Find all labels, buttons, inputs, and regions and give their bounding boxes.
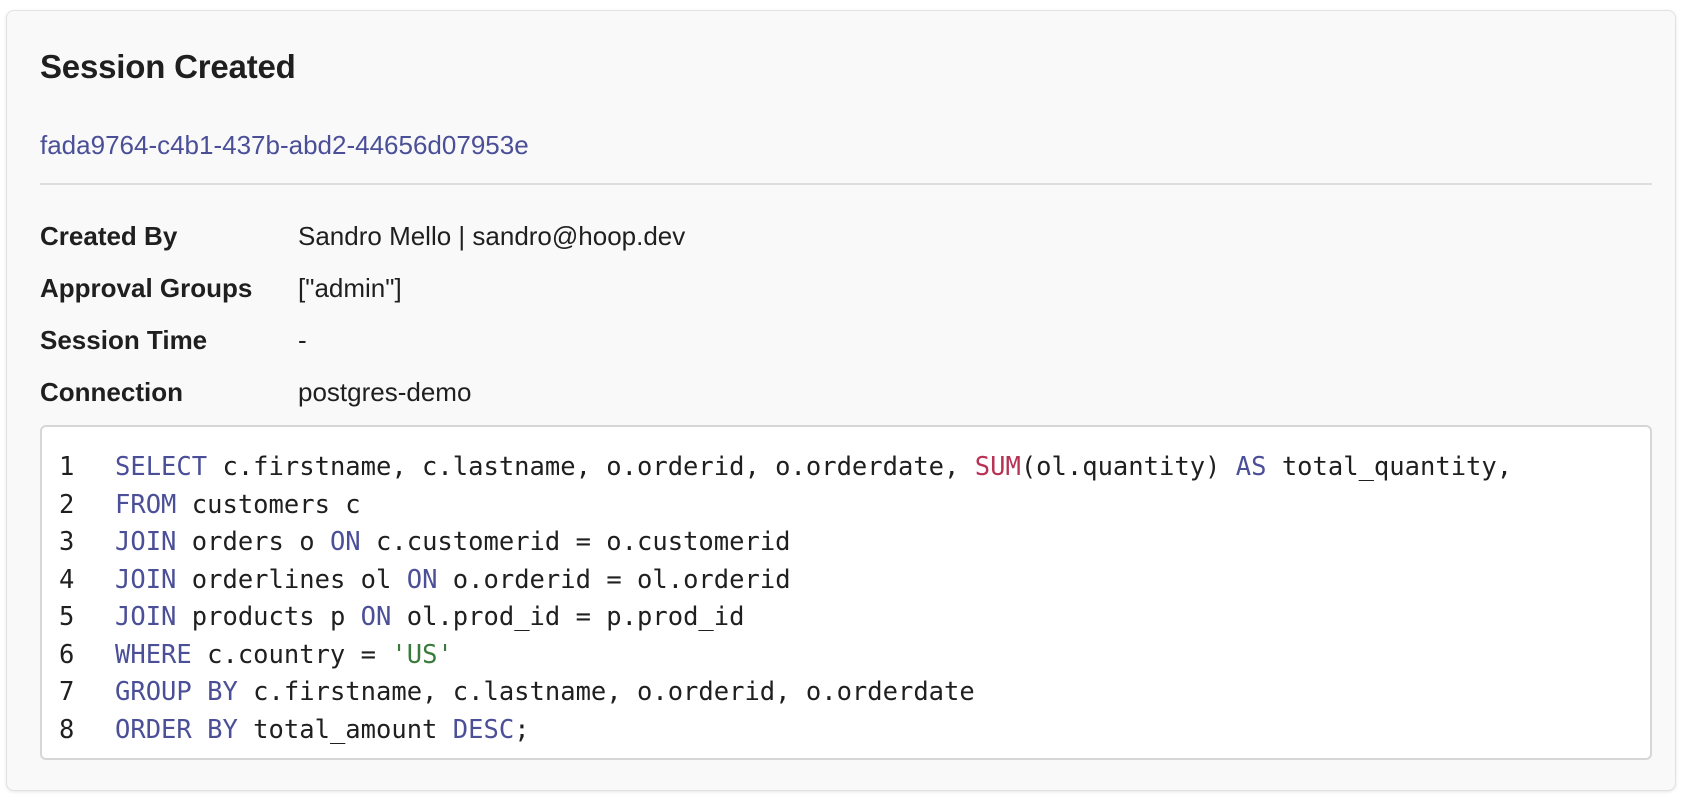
- line-code: JOIN products p ON ol.prod_id = p.prod_i…: [115, 599, 744, 637]
- sql-text: c.customerid = o.customerid: [360, 527, 791, 557]
- code-line: 7 GROUP BY c.firstname, c.lastname, o.ord…: [42, 674, 1650, 712]
- sql-text: c.firstname, c.lastname, o.orderid, o.or…: [207, 452, 975, 482]
- detail-value: ["admin"]: [298, 273, 402, 303]
- sql-text: customers c: [176, 489, 361, 520]
- sql-text: ol.prod_id = p.prod_id: [391, 602, 745, 632]
- code-line: 6 WHERE c.country = 'US': [42, 637, 1650, 675]
- detail-value: Sandro Mello | sandro@hoop.dev: [298, 221, 686, 251]
- line-code: ORDER BY total_amount DESC;: [115, 712, 530, 750]
- sql-keyword: GROUP BY: [115, 677, 238, 707]
- sql-text: products p: [176, 602, 361, 632]
- detail-label: Connection: [40, 377, 183, 407]
- code-lines: 1 SELECT c.firstname, c.lastname, o.order…: [42, 449, 1650, 749]
- detail-row-connection: Connection postgres-demo: [40, 372, 1640, 412]
- sql-keyword: DESC: [452, 714, 515, 745]
- sql-keyword: ORDER BY: [115, 714, 238, 745]
- detail-row-approval-groups: Approval Groups ["admin"]: [40, 268, 1640, 308]
- sql-text: total_amount: [237, 714, 453, 745]
- sql-code-editor[interactable]: 1 SELECT c.firstname, c.lastname, o.order…: [40, 425, 1652, 760]
- sql-keyword: ON: [329, 527, 361, 557]
- line-code: JOIN orderlines ol ON o.orderid = ol.ord…: [115, 562, 791, 600]
- sql-text: ;: [514, 714, 530, 745]
- line-code: JOIN orders o ON c.customerid = o.custom…: [115, 524, 791, 562]
- detail-row-created-by: Created By Sandro Mello | sandro@hoop.de…: [40, 216, 1640, 256]
- code-line: 5 JOIN products p ON ol.prod_id = p.prod_…: [42, 599, 1650, 637]
- detail-row-session-time: Session Time -: [40, 320, 1640, 360]
- sql-text: orders o: [176, 527, 330, 557]
- line-number: 3: [59, 527, 75, 557]
- sql-text: o.orderid = ol.orderid: [437, 564, 791, 595]
- sql-function: SUM: [974, 452, 1021, 482]
- sql-string: 'US': [391, 639, 453, 670]
- sql-text: c.country =: [191, 639, 392, 670]
- detail-label: Approval Groups: [40, 273, 253, 303]
- detail-label: Session Time: [40, 325, 208, 355]
- line-number: 1: [59, 452, 75, 482]
- session-created-card: Session Created fada9764-c4b1-437b-abd2-…: [6, 10, 1676, 791]
- line-code: SELECT c.firstname, c.lastname, o.orderi…: [115, 449, 1512, 487]
- line-code: GROUP BY c.firstname, c.lastname, o.orde…: [115, 674, 975, 712]
- sql-keyword: JOIN: [115, 527, 177, 557]
- detail-value: -: [298, 325, 307, 355]
- sql-text: c.firstname, c.lastname, o.orderid, o.or…: [237, 677, 975, 707]
- sql-text: orderlines ol: [176, 564, 407, 595]
- code-line: 8 ORDER BY total_amount DESC;: [42, 712, 1650, 750]
- page-title: Session Created: [40, 48, 296, 85]
- sql-keyword: AS: [1235, 452, 1267, 482]
- code-line: 3 JOIN orders o ON c.customerid = o.custo…: [42, 524, 1650, 562]
- detail-value: postgres-demo: [298, 377, 472, 407]
- sql-text: total_quantity,: [1266, 452, 1513, 482]
- sql-keyword: JOIN: [115, 602, 177, 632]
- detail-label: Created By: [40, 221, 178, 251]
- code-line: 1 SELECT c.firstname, c.lastname, o.order…: [42, 449, 1650, 487]
- line-code: FROM customers c: [115, 487, 361, 525]
- divider: [40, 183, 1652, 185]
- sql-keyword: JOIN: [115, 564, 177, 595]
- session-id-link[interactable]: fada9764-c4b1-437b-abd2-44656d07953e: [40, 129, 529, 161]
- sql-text: (ol.quantity): [1020, 452, 1236, 482]
- sql-keyword: FROM: [115, 489, 177, 520]
- code-line: 2 FROM customers c: [42, 487, 1650, 525]
- sql-keyword: SELECT: [115, 452, 208, 482]
- line-number: 4: [59, 564, 75, 595]
- line-number: 8: [59, 714, 75, 745]
- line-number: 7: [59, 677, 75, 707]
- sql-keyword: ON: [360, 602, 392, 632]
- line-number: 6: [59, 639, 75, 670]
- line-code: WHERE c.country = 'US': [115, 637, 453, 675]
- line-number: 2: [59, 489, 75, 520]
- sql-keyword: ON: [406, 564, 438, 595]
- line-number: 5: [59, 602, 75, 632]
- code-line: 4 JOIN orderlines ol ON o.orderid = ol.or…: [42, 562, 1650, 600]
- sql-keyword: WHERE: [115, 639, 192, 670]
